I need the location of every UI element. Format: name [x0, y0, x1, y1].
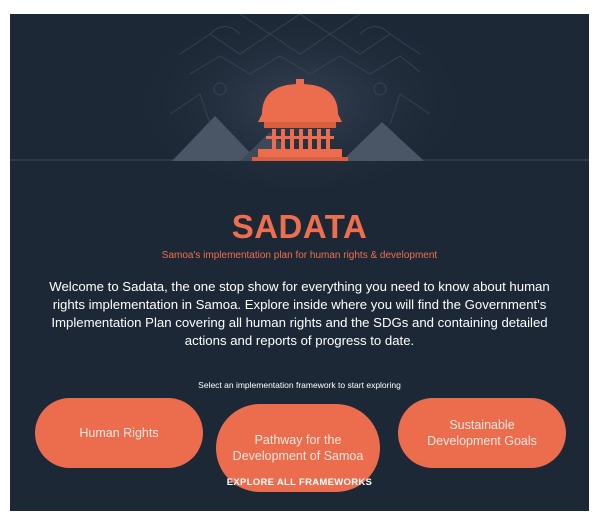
pathway-development-samoa-button-label: Pathway for the Development of Samoa	[232, 433, 364, 463]
sustainable-development-goals-button[interactable]: Sustainable Development Goals	[398, 398, 566, 468]
explore-all-frameworks-link[interactable]: EXPLORE ALL FRAMEWORKS	[10, 477, 589, 488]
samoan-fale-icon	[10, 14, 589, 189]
human-rights-button-label: Human Rights	[79, 426, 159, 440]
framework-prompt: Select an implementation framework to st…	[198, 380, 401, 390]
intro-text: Welcome to Sadata, the one stop show for…	[49, 279, 550, 348]
sustainable-development-goals-button-label: Sustainable Development Goals	[427, 418, 537, 448]
hero-banner	[10, 14, 589, 189]
human-rights-button[interactable]: Human Rights	[35, 398, 203, 468]
app-title: SADATA	[231, 208, 368, 245]
app-subtitle: Samoa's implementation plan for human ri…	[161, 250, 438, 261]
landing-card: SADATA Samoa's implementation plan for h…	[10, 14, 589, 511]
